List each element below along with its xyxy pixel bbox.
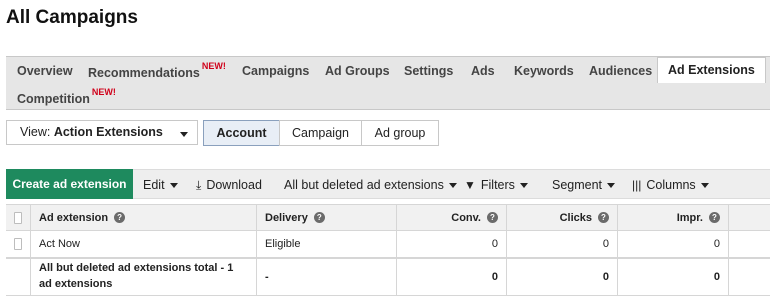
level-tab-label: Account: [216, 126, 267, 140]
edit-label: Edit: [143, 178, 165, 192]
columns-label: Columns: [646, 178, 696, 192]
help-icon[interactable]: ?: [709, 212, 720, 223]
help-icon[interactable]: ?: [114, 212, 126, 223]
tab-label: Recommendations: [88, 66, 200, 81]
tab-label: Settings: [404, 64, 454, 78]
tab-ad-extensions[interactable]: Ad Extensions: [657, 57, 766, 83]
header-label: Clicks: [559, 211, 592, 224]
column-header-impr[interactable]: Impr.?: [617, 205, 728, 230]
select-all-checkbox[interactable]: [14, 211, 22, 224]
delivery-status: Eligible: [256, 231, 396, 257]
caret-down-icon: [448, 183, 457, 189]
table-total-row: All but deleted ad extensions total - 1 …: [6, 258, 770, 296]
filter-set-label: All but deleted ad extensions: [284, 178, 444, 192]
extra-cell: [728, 259, 770, 295]
tab-label: Competition: [17, 92, 90, 107]
tab-bar: Overview RecommendationsNEW! Campaigns A…: [6, 56, 770, 110]
conv-value: 0: [396, 231, 506, 257]
download-icon: ⤓: [196, 178, 202, 192]
column-header-delivery[interactable]: Delivery?: [256, 205, 396, 230]
caret-down-icon: [700, 183, 709, 189]
tab-settings[interactable]: Settings: [404, 64, 453, 78]
total-delivery: -: [256, 259, 396, 295]
tab-overview[interactable]: Overview: [17, 64, 73, 78]
filter-set-dropdown[interactable]: All but deleted ad extensions: [284, 178, 457, 192]
page-title: All Campaigns: [6, 7, 138, 28]
download-button[interactable]: ⤓ Download: [196, 178, 262, 193]
row-checkbox[interactable]: [14, 238, 22, 250]
table-toolbar: Create ad extension Edit ⤓ Download All b…: [6, 169, 770, 199]
clicks-value: 0: [506, 231, 617, 257]
column-header-conv[interactable]: Conv.?: [396, 205, 506, 230]
column-header-extra: [728, 205, 770, 230]
level-tab-label: Campaign: [292, 126, 349, 140]
select-all-cell: [6, 205, 30, 230]
help-icon[interactable]: ?: [598, 212, 609, 223]
caret-down-icon: [169, 183, 178, 189]
total-clicks: 0: [506, 259, 617, 295]
extra-cell: [728, 231, 770, 257]
tab-label: Audiences: [589, 64, 653, 78]
create-ad-extension-button[interactable]: Create ad extension: [6, 169, 133, 199]
tab-label: Ads: [471, 64, 495, 78]
level-tab-label: Ad group: [374, 126, 426, 140]
columns-icon: |||: [632, 178, 642, 192]
caret-down-icon: [519, 183, 528, 189]
new-badge: NEW!: [201, 61, 226, 71]
tab-campaigns[interactable]: Campaigns: [242, 64, 309, 78]
help-icon[interactable]: ?: [487, 212, 498, 223]
filters-label: Filters: [480, 178, 515, 192]
tab-recommendations[interactable]: RecommendationsNEW!: [88, 61, 226, 81]
table-row: Act Now Eligible 0 0 0: [6, 231, 770, 258]
level-tab-ad-group[interactable]: Ad group: [361, 120, 439, 146]
caret-down-icon: [607, 183, 616, 189]
help-icon[interactable]: ?: [313, 212, 325, 223]
header-label: Ad extension: [39, 211, 109, 224]
total-conv: 0: [396, 259, 506, 295]
header-label: Impr.: [676, 211, 703, 224]
segment-menu[interactable]: Segment: [552, 178, 616, 192]
total-spacer: [6, 259, 30, 295]
total-impr: 0: [617, 259, 728, 295]
tab-ads[interactable]: Ads: [471, 64, 495, 78]
column-header-ad-extension[interactable]: Ad extension?: [30, 205, 256, 230]
chevron-down-icon: [180, 132, 188, 137]
view-prefix: View:: [20, 125, 51, 139]
filter-icon: ▼: [464, 178, 476, 192]
tab-audiences[interactable]: Audiences: [589, 64, 652, 78]
columns-menu[interactable]: ||| Columns: [632, 178, 709, 192]
impr-value: 0: [617, 231, 728, 257]
tab-label: Keywords: [514, 64, 574, 78]
view-dropdown[interactable]: View: Action Extensions: [6, 120, 198, 145]
filters-menu[interactable]: ▼ Filters: [464, 178, 528, 192]
edit-menu[interactable]: Edit: [143, 178, 178, 192]
tab-keywords[interactable]: Keywords: [514, 64, 574, 78]
new-badge: NEW!: [91, 87, 116, 97]
level-tab-account[interactable]: Account: [203, 120, 280, 146]
tab-competition[interactable]: CompetitionNEW!: [17, 87, 116, 107]
header-label: Conv.: [451, 211, 481, 224]
tab-ad-groups[interactable]: Ad Groups: [325, 64, 390, 78]
tab-label: Overview: [17, 64, 73, 78]
row-select-cell: [6, 231, 30, 257]
segment-label: Segment: [552, 178, 603, 192]
total-label: All but deleted ad extensions total - 1 …: [30, 259, 256, 295]
table-header-row: Ad extension? Delivery? Conv.? Clicks? I…: [6, 204, 770, 231]
tab-label: Ad Extensions: [668, 63, 755, 77]
tab-label: Campaigns: [242, 64, 310, 78]
header-label: Delivery: [265, 211, 308, 224]
tab-label: Ad Groups: [325, 64, 390, 78]
download-label: Download: [206, 178, 262, 192]
view-value: Action Extensions: [53, 125, 163, 139]
level-tab-campaign[interactable]: Campaign: [279, 120, 362, 146]
ad-extension-name[interactable]: Act Now: [30, 231, 256, 257]
column-header-clicks[interactable]: Clicks?: [506, 205, 617, 230]
